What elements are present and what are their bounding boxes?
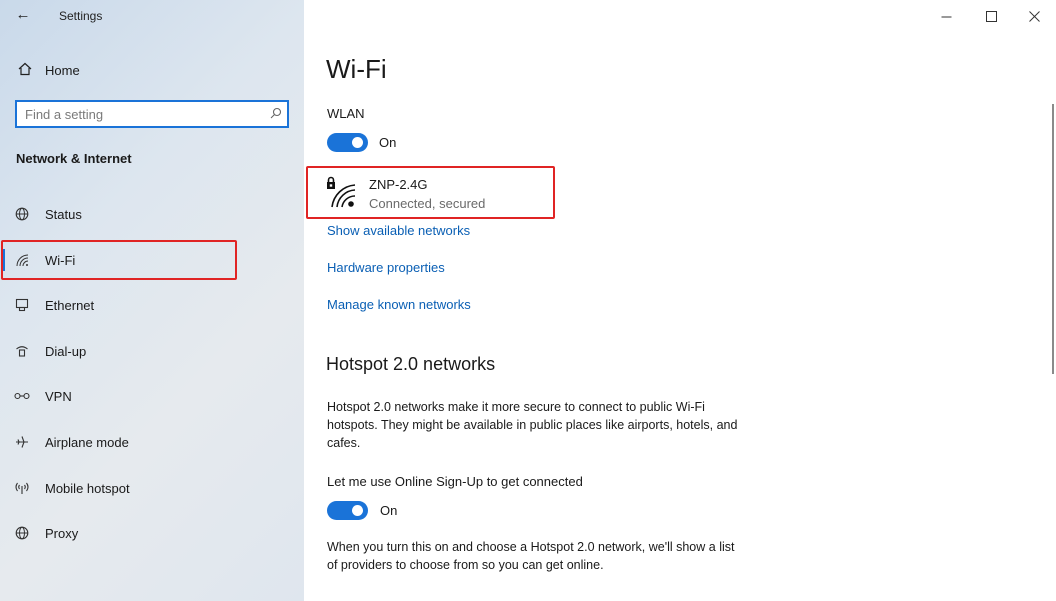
search-box[interactable] (15, 100, 289, 128)
home-link[interactable]: Home (16, 59, 276, 81)
hardware-properties-link[interactable]: Hardware properties (327, 260, 445, 275)
sidebar-item-vpn[interactable]: VPN (0, 377, 304, 415)
connected-network[interactable]: ZNP-2.4G Connected, secured (306, 166, 555, 219)
home-label: Home (45, 62, 80, 78)
sidebar-item-dialup[interactable]: Dial-up (0, 332, 304, 370)
globe-icon (13, 524, 31, 542)
wifi-icon (13, 251, 31, 269)
wifi-secured-icon (326, 176, 358, 210)
maximize-button[interactable] (977, 4, 1005, 28)
hotspot-description: Hotspot 2.0 networks make it more secure… (327, 400, 738, 450)
sidebar-item-label: Dial-up (45, 343, 87, 359)
airplane-icon (13, 433, 31, 451)
signup-footer-text: When you turn this on and choose a Hotsp… (327, 540, 735, 572)
back-arrow-icon[interactable]: ← (14, 6, 32, 24)
sidebar-item-label: Ethernet (45, 297, 95, 313)
scrollbar[interactable] (1052, 104, 1054, 374)
signup-toggle-state: On (380, 503, 398, 518)
sidebar: ← Settings Home Network & Internet Statu… (0, 0, 304, 601)
network-name: ZNP-2.4G (369, 177, 428, 192)
window-title: Settings (59, 9, 103, 23)
section-title: Network & Internet (16, 151, 132, 166)
dialup-icon (13, 342, 31, 360)
show-available-networks-link[interactable]: Show available networks (327, 223, 470, 238)
wlan-label: WLAN (327, 106, 365, 121)
wlan-toggle[interactable] (327, 133, 368, 152)
sidebar-item-label: Airplane mode (45, 434, 129, 450)
signup-label: Let me use Online Sign-Up to get connect… (327, 474, 583, 489)
search-icon[interactable] (265, 107, 287, 122)
search-input[interactable] (25, 104, 265, 124)
sidebar-item-ethernet[interactable]: Ethernet (0, 286, 304, 324)
sidebar-item-label: Mobile hotspot (45, 480, 130, 496)
sidebar-item-wifi[interactable]: Wi-Fi (0, 241, 304, 279)
vpn-icon (13, 387, 31, 405)
globe-status-icon (13, 205, 31, 223)
sidebar-item-label: VPN (45, 388, 72, 404)
wlan-toggle-state: On (379, 135, 397, 150)
page-title: Wi-Fi (326, 54, 387, 84)
manage-known-networks-link[interactable]: Manage known networks (327, 297, 471, 312)
sidebar-item-proxy[interactable]: Proxy (0, 514, 304, 552)
hotspot-icon (13, 479, 31, 497)
sidebar-item-airplane[interactable]: Airplane mode (0, 423, 304, 461)
ethernet-icon (13, 296, 31, 314)
sidebar-item-hotspot[interactable]: Mobile hotspot (0, 469, 304, 507)
sidebar-item-label: Proxy (45, 525, 79, 541)
close-button[interactable] (1020, 4, 1048, 28)
sidebar-item-status[interactable]: Status (0, 195, 304, 233)
sidebar-item-label: Status (45, 206, 82, 222)
hotspot-heading: Hotspot 2.0 networks (326, 354, 496, 374)
signup-toggle[interactable] (327, 501, 368, 520)
home-icon (16, 62, 34, 79)
minimize-button[interactable] (932, 4, 960, 28)
sidebar-item-label: Wi-Fi (45, 252, 76, 268)
network-status: Connected, secured (369, 196, 486, 211)
